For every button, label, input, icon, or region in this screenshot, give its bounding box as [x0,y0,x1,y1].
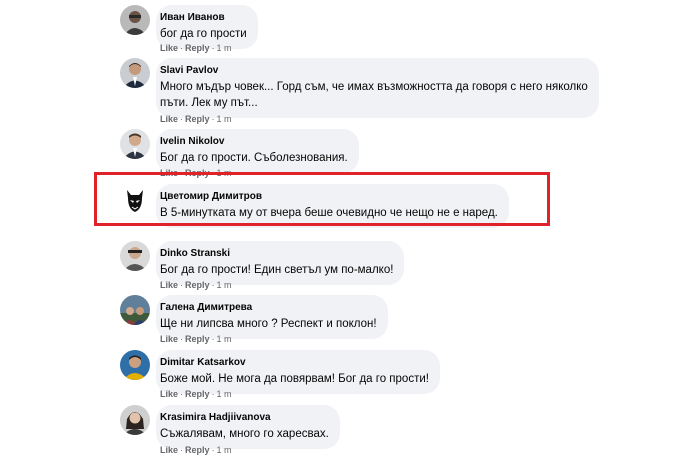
comment-actions: Like · Reply · 1 m [160,114,232,124]
comment-text: Боже мой. Не мога да повярвам! Бог да го… [160,373,429,385]
avatar-photo [120,58,150,88]
separator: · [180,389,184,399]
comment-actions: Like · Reply · 1 m [160,445,232,455]
separator: · [180,43,184,53]
comment-time[interactable]: 1 m [217,389,232,399]
comment-time[interactable]: 1 m [217,43,232,53]
separator: · [211,445,215,455]
avatar-photo [120,5,150,35]
comment-time[interactable]: 1 m [217,445,232,455]
avatar[interactable] [120,58,150,88]
comment-text: Бог да го прости! Един светъл ум по-малк… [160,264,394,276]
comment-text: Съжалявам, много го харесвах. [160,428,329,440]
avatar[interactable] [120,5,150,35]
comment-author[interactable]: Krasimira Hadjiivanova [160,411,329,424]
comment-bubble: Dimitar Katsarkov Боже мой. Не мога да п… [156,350,440,394]
separator: · [180,114,184,124]
comment-text: Много мъдър човек... Горд съм, че имах в… [160,79,588,111]
reply-button[interactable]: Reply [185,114,210,124]
comment-author[interactable]: Иван Иванов [160,11,247,24]
separator: · [211,43,215,53]
like-button[interactable]: Like [160,280,178,290]
comment-bubble: Krasimira Hadjiivanova Съжалявам, много … [156,405,340,449]
comment-author[interactable]: Slavi Pavlov [160,64,588,77]
avatar[interactable] [120,129,150,159]
comment-bubble: Dinko Stranski Бог да го прости! Един св… [156,241,405,285]
like-button[interactable]: Like [160,43,178,53]
comment-bubble: Slavi Pavlov Много мъдър човек... Горд с… [156,58,599,118]
separator: · [180,280,184,290]
separator: · [180,334,184,344]
comment-time[interactable]: 1 m [217,334,232,344]
reply-button[interactable]: Reply [185,280,210,290]
comment-text-line: пъти. Лек му път... [160,97,258,109]
reply-button[interactable]: Reply [185,43,210,53]
avatar[interactable] [120,350,150,380]
highlight-box [94,172,550,226]
comment-author[interactable]: Dimitar Katsarkov [160,356,429,369]
comment-text-line: Много мъдър човек... Горд съм, че имах в… [160,81,588,93]
separator: · [211,114,215,124]
like-button[interactable]: Like [160,389,178,399]
comment-text: бог да го прости [160,28,247,40]
reply-button[interactable]: Reply [185,334,210,344]
avatar-photo [120,405,150,435]
avatar-photo [120,241,150,271]
separator: · [211,334,215,344]
comment-time[interactable]: 1 m [217,280,232,290]
avatar[interactable] [120,295,150,325]
comment-actions: Like · Reply · 1 m [160,280,232,290]
comment-author[interactable]: Галена Димитрева [160,301,377,314]
like-button[interactable]: Like [160,334,178,344]
comment-text: Бог да го прости. Съболезнования. [160,152,348,164]
comment-actions: Like · Reply · 1 m [160,389,232,399]
comment-time[interactable]: 1 m [217,114,232,124]
comment-actions: Like · Reply · 1 m [160,43,232,53]
comment-bubble: Галена Димитрева Ще ни липсва много ? Ре… [156,295,388,339]
avatar-photo [120,129,150,159]
comment-text: Ще ни липсва много ? Респект и поклон! [160,318,377,330]
comment-author[interactable]: Dinko Stranski [160,247,393,260]
separator: · [180,445,184,455]
reply-button[interactable]: Reply [185,389,210,399]
avatar[interactable] [120,405,150,435]
avatar-photo [120,350,150,380]
comment-actions: Like · Reply · 1 m [160,334,232,344]
separator: · [211,280,215,290]
avatar[interactable] [120,241,150,271]
comment-bubble: Ivelin Nikolov Бог да го прости. Съболез… [156,129,359,173]
separator: · [211,389,215,399]
like-button[interactable]: Like [160,114,178,124]
avatar-photo [120,295,150,325]
like-button[interactable]: Like [160,445,178,455]
comment-author[interactable]: Ivelin Nikolov [160,135,348,148]
reply-button[interactable]: Reply [185,445,210,455]
